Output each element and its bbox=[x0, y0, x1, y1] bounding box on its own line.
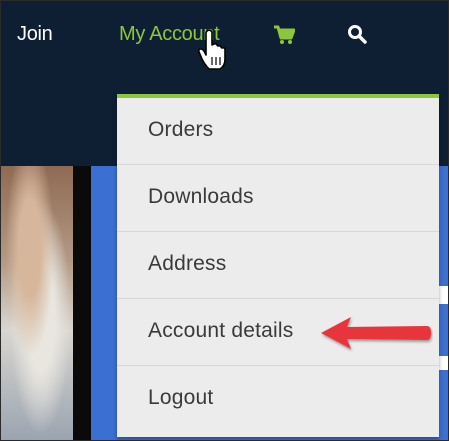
background-photo bbox=[1, 166, 73, 440]
search-icon[interactable] bbox=[347, 24, 367, 44]
menu-item-address[interactable]: Address bbox=[117, 232, 439, 299]
top-navbar: Join My Account bbox=[1, 1, 448, 73]
menu-item-label: Logout bbox=[148, 386, 214, 409]
menu-item-label: Account details bbox=[148, 319, 294, 342]
menu-item-orders[interactable]: Orders bbox=[117, 98, 439, 165]
menu-item-logout[interactable]: Logout bbox=[117, 366, 439, 432]
menu-item-label: Address bbox=[148, 252, 227, 275]
photo-divider bbox=[73, 166, 91, 440]
menu-item-downloads[interactable]: Downloads bbox=[117, 165, 439, 232]
nav-join-link[interactable]: Join bbox=[17, 23, 53, 46]
menu-item-label: Orders bbox=[148, 118, 214, 141]
page-frame: Join My Account Orders Downloads Address… bbox=[0, 0, 449, 441]
my-account-dropdown: Orders Downloads Address Account details… bbox=[117, 94, 439, 437]
menu-item-label: Downloads bbox=[148, 185, 254, 208]
hand-pointer-cursor-icon bbox=[197, 29, 231, 71]
shopping-cart-icon[interactable] bbox=[273, 25, 296, 45]
red-arrow-annotation-icon bbox=[317, 313, 433, 355]
